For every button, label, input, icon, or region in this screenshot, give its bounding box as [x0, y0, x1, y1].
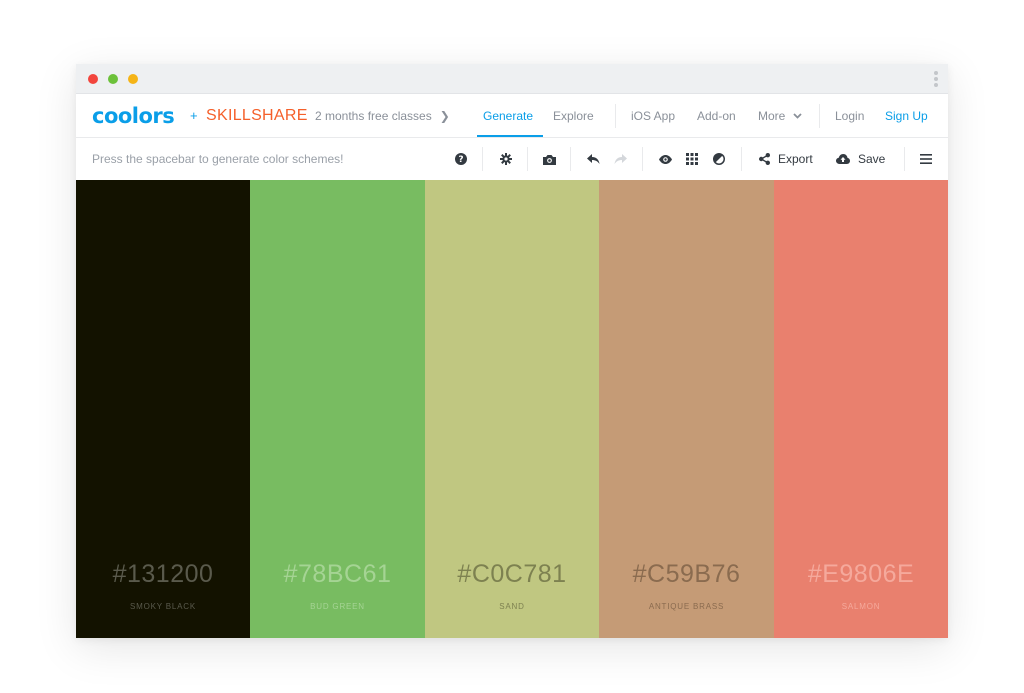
- swatch-hex[interactable]: #131200: [76, 560, 250, 589]
- spacebar-hint: Press the spacebar to generate color sch…: [92, 152, 344, 166]
- redo-icon[interactable]: [614, 138, 627, 180]
- browser-window: coolors + SKILLSHARE 2 months free class…: [76, 64, 948, 638]
- cloud-save-icon: [836, 154, 850, 164]
- export-label: Export: [778, 152, 813, 166]
- export-button[interactable]: Export: [759, 138, 813, 180]
- nav-login[interactable]: Login: [835, 94, 864, 137]
- swatch-name: ANTIQUE BRASS: [648, 602, 725, 611]
- coolors-logo[interactable]: coolors: [92, 94, 175, 137]
- color-swatch[interactable]: #C0C781 SAND: [425, 180, 599, 638]
- swatch-hex[interactable]: #C59B76: [599, 560, 774, 589]
- menu-icon[interactable]: [920, 138, 932, 180]
- swatch-name: BUD GREEN: [310, 602, 365, 611]
- color-swatch[interactable]: #E9806E SALMON: [774, 180, 948, 638]
- nav-divider: [819, 104, 820, 128]
- window-titlebar: [76, 64, 948, 94]
- nav-ios-app[interactable]: iOS App: [631, 94, 675, 137]
- top-navbar: coolors + SKILLSHARE 2 months free class…: [76, 94, 948, 138]
- help-icon[interactable]: ?: [455, 138, 467, 180]
- window-grip-icon: [934, 71, 938, 87]
- toolbar-divider: [642, 147, 643, 171]
- share-icon: [759, 153, 770, 165]
- color-swatch[interactable]: #131200 SMOKY BLACK: [76, 180, 250, 638]
- nav-sign-up[interactable]: Sign Up: [885, 94, 928, 137]
- palette-toolbar: Press the spacebar to generate color sch…: [76, 138, 948, 181]
- adjust-icon[interactable]: [713, 138, 725, 180]
- toolbar-divider: [482, 147, 483, 171]
- toolbar-divider: [904, 147, 905, 171]
- swatch-hex[interactable]: #C0C781: [425, 560, 599, 589]
- svg-text:?: ?: [458, 155, 463, 165]
- maximize-window-button[interactable]: [108, 74, 118, 84]
- swatch-name: SAND: [499, 602, 525, 611]
- toolbar-divider: [741, 147, 742, 171]
- save-label: Save: [858, 152, 886, 166]
- chevron-down-icon: [793, 112, 802, 119]
- nav-more[interactable]: More: [758, 94, 802, 137]
- grid-icon[interactable]: [686, 138, 698, 180]
- active-tab-indicator: [477, 135, 543, 137]
- color-swatch[interactable]: #78BC61 BUD GREEN: [250, 180, 425, 638]
- nav-more-label: More: [758, 108, 786, 123]
- settings-icon[interactable]: [500, 138, 512, 180]
- save-button[interactable]: Save: [836, 138, 885, 180]
- toolbar-divider: [570, 147, 571, 171]
- skillshare-logo[interactable]: SKILLSHARE: [206, 94, 308, 137]
- promo-link[interactable]: 2 months free classes ❯: [315, 94, 450, 137]
- close-window-button[interactable]: [88, 74, 98, 84]
- color-swatch[interactable]: #C59B76 ANTIQUE BRASS: [599, 180, 774, 638]
- swatch-name: SALMON: [841, 602, 881, 611]
- nav-add-on[interactable]: Add-on: [697, 94, 736, 137]
- view-icon[interactable]: [659, 138, 672, 180]
- nav-divider: [615, 104, 616, 128]
- minimize-window-button[interactable]: [128, 74, 138, 84]
- chevron-right-icon: ❯: [439, 108, 450, 123]
- undo-icon[interactable]: [587, 138, 600, 180]
- swatch-hex[interactable]: #E9806E: [774, 560, 948, 589]
- nav-generate[interactable]: Generate: [483, 94, 533, 137]
- camera-icon[interactable]: [543, 138, 556, 180]
- color-palette: #131200 SMOKY BLACK #78BC61 BUD GREEN #C…: [76, 180, 948, 638]
- toolbar-divider: [527, 147, 528, 171]
- promo-text: 2 months free classes: [315, 108, 432, 123]
- nav-explore[interactable]: Explore: [553, 94, 594, 137]
- swatch-name: SMOKY BLACK: [129, 602, 196, 611]
- swatch-hex[interactable]: #78BC61: [250, 560, 425, 589]
- brand-plus: +: [190, 108, 198, 123]
